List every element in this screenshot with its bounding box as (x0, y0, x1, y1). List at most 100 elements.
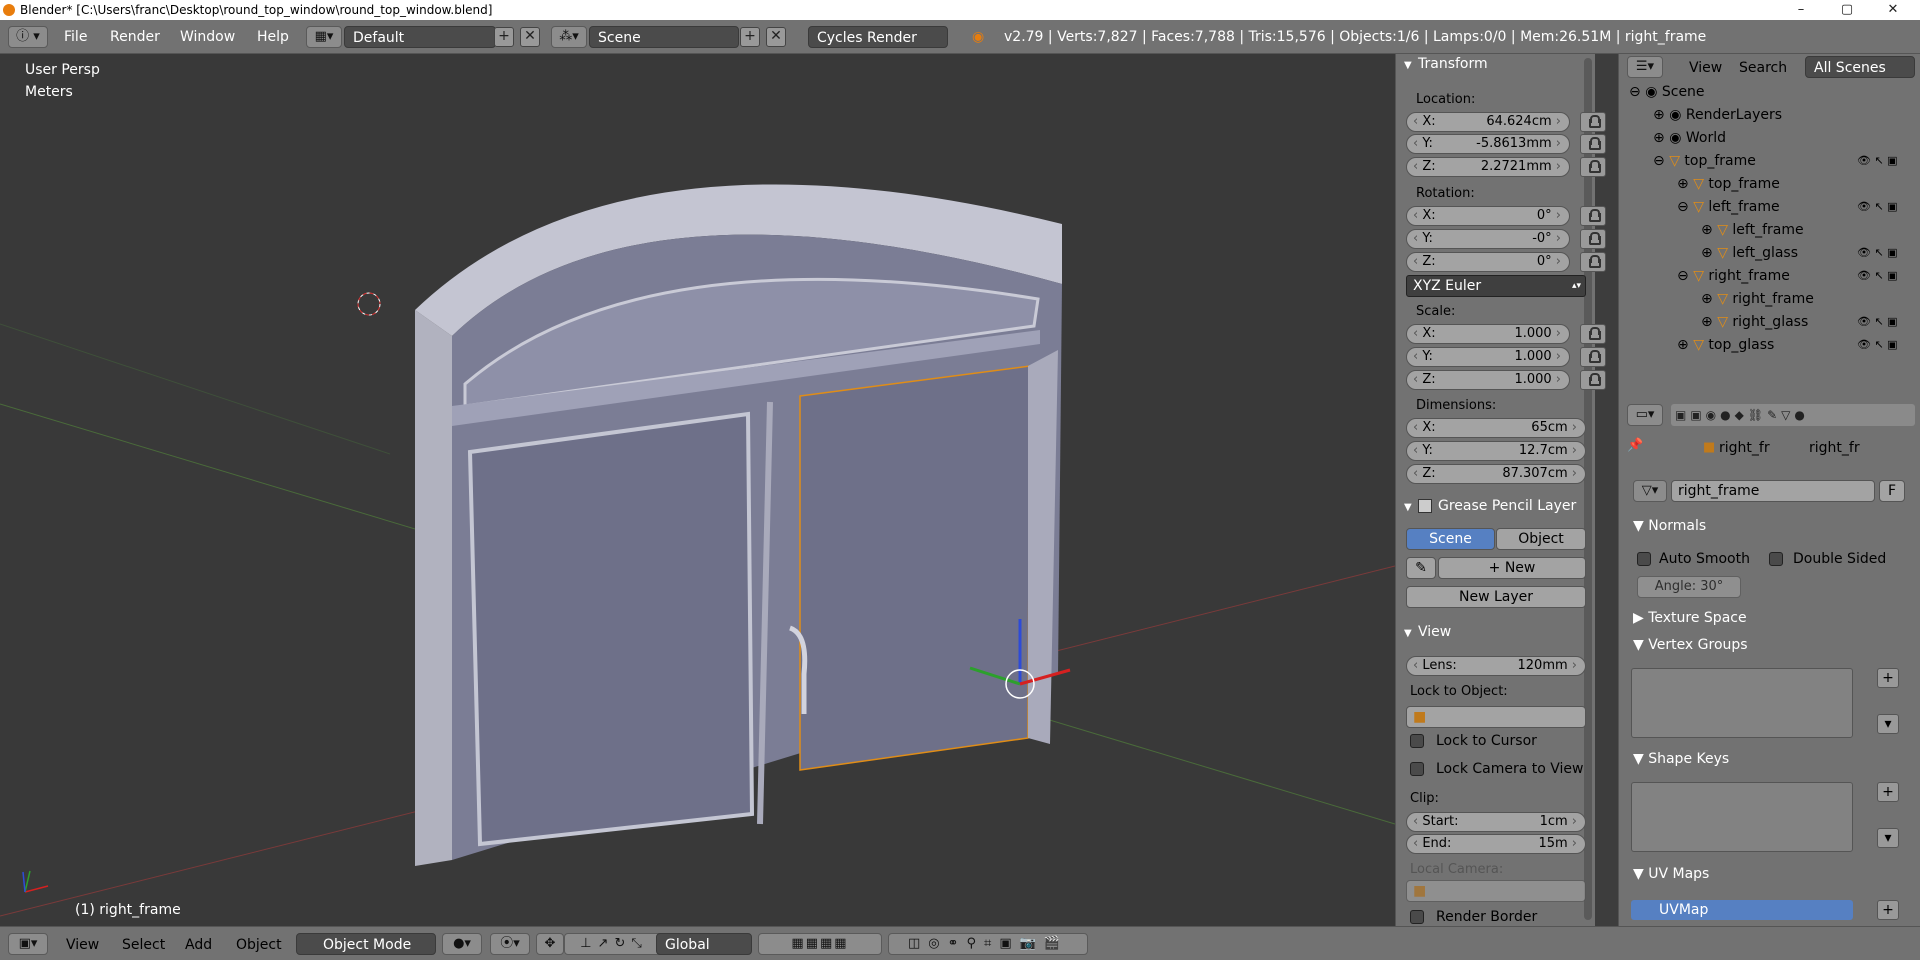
expand-icon[interactable]: ⊕ (1701, 291, 1717, 307)
menu-render[interactable]: Render (102, 26, 168, 48)
lock-icon[interactable] (1580, 324, 1606, 344)
manipulator-toggle-icon[interactable]: ✥ (536, 933, 564, 955)
close-button[interactable]: ✕ (1870, 0, 1916, 20)
pivot-point-icon[interactable]: ⦿▾ (490, 933, 530, 955)
double-sided-checkbox[interactable] (1769, 552, 1783, 566)
mesh-name-field[interactable]: right_frame (1671, 480, 1875, 502)
layers-grid-icon[interactable]: ▦▦▦▦ (758, 933, 882, 955)
location-x-field[interactable]: X:64.624cm (1406, 112, 1570, 132)
scale-z-field[interactable]: Z:1.000 (1406, 370, 1570, 390)
fake-user-button[interactable]: F (1879, 480, 1905, 502)
restrict-toggles-icon[interactable]: 👁 ↖ ▣ (1857, 197, 1898, 217)
lock-icon[interactable] (1580, 157, 1606, 177)
outliner-search-menu[interactable]: Search (1739, 57, 1787, 79)
view-panel-header[interactable]: ▼ View (1404, 622, 1584, 642)
outliner-row[interactable]: ⊕ ▽ top_glass (1677, 335, 1774, 355)
normals-panel-header[interactable]: ▼ Normals (1633, 516, 1903, 536)
outliner-item-label[interactable]: left_frame (1708, 199, 1779, 215)
scale-y-field[interactable]: Y:1.000 (1406, 347, 1570, 367)
add-vertex-group-button[interactable]: + (1877, 668, 1899, 688)
scene-icon[interactable]: ⁂▾ (551, 26, 587, 48)
expand-icon[interactable]: ⊖ (1629, 84, 1645, 100)
outliner-editor-icon[interactable]: ☰▾ (1627, 56, 1663, 78)
lock-icon[interactable] (1580, 347, 1606, 367)
restrict-toggles-icon[interactable]: 👁 ↖ ▣ (1857, 266, 1898, 286)
outliner-item-label[interactable]: left_glass (1732, 245, 1798, 261)
lock-camera-checkbox[interactable] (1410, 762, 1424, 776)
outliner-row[interactable]: ⊕ ◉ World (1653, 128, 1726, 148)
properties-editor-icon[interactable]: ▭▾ (1627, 404, 1663, 426)
local-camera-field[interactable]: ■ (1406, 880, 1586, 902)
lock-icon[interactable] (1580, 206, 1606, 226)
texture-space-panel-header[interactable]: ▶ Texture Space (1633, 608, 1903, 628)
outliner-row[interactable]: ⊕ ▽ right_glass (1701, 312, 1808, 332)
dimensions-x-field[interactable]: X:65cm (1406, 418, 1586, 438)
expand-icon[interactable]: ⊕ (1677, 337, 1693, 353)
scale-x-field[interactable]: X:1.000 (1406, 324, 1570, 344)
shape-key-menu-button[interactable]: ▾ (1877, 828, 1899, 848)
dimensions-z-field[interactable]: Z:87.307cm (1406, 464, 1586, 484)
outliner-row[interactable]: ⊖ ▽ top_frame (1653, 151, 1756, 171)
menu-add[interactable]: Add (185, 935, 212, 955)
lens-field[interactable]: Lens:120mm (1406, 656, 1586, 676)
properties-context-tabs[interactable]: ▣▣◉●◆⛓✎▽● (1671, 404, 1915, 426)
outliner-item-label[interactable]: left_frame (1732, 222, 1803, 238)
expand-icon[interactable]: ⊖ (1677, 199, 1693, 215)
location-z-field[interactable]: Z:2.2721mm (1406, 157, 1570, 177)
grease-pencil-panel-header[interactable]: ▼ Grease Pencil Layer (1404, 496, 1584, 516)
editor-type-info-button[interactable]: ⓘ ▾ (8, 26, 48, 48)
rotation-x-field[interactable]: X:0° (1406, 206, 1570, 226)
lock-icon[interactable] (1580, 370, 1606, 390)
outliner-row[interactable]: ⊕ ▽ right_frame (1701, 289, 1814, 309)
editor-type-3d-button[interactable]: ▣▾ (8, 933, 48, 955)
menu-select[interactable]: Select (122, 935, 165, 955)
transform-panel-header[interactable]: ▼ Transform (1404, 54, 1584, 74)
expand-icon[interactable]: ⊖ (1653, 153, 1669, 169)
add-uv-map-button[interactable]: + (1877, 900, 1899, 920)
manipulator-types-icon[interactable]: ⊥↗↻⤡ (564, 933, 664, 955)
delete-scene-button[interactable]: ✕ (766, 27, 786, 47)
menu-file[interactable]: File (56, 26, 95, 48)
lock-icon[interactable] (1580, 112, 1606, 132)
menu-view[interactable]: View (66, 935, 99, 955)
outliner-row[interactable]: ⊖ ▽ right_frame (1677, 266, 1790, 286)
restrict-toggles-icon[interactable]: 👁 ↖ ▣ (1857, 243, 1898, 263)
outliner-item-label[interactable]: right_frame (1732, 291, 1813, 307)
uv-maps-panel-header[interactable]: ▼ UV Maps (1633, 864, 1903, 884)
vertex-groups-list[interactable] (1631, 668, 1853, 738)
outliner-item-label[interactable]: World (1686, 130, 1726, 146)
expand-icon[interactable]: ⊕ (1701, 222, 1717, 238)
outliner-row[interactable]: ⊕ ▽ top_frame (1677, 174, 1780, 194)
expand-icon[interactable]: ⊕ (1701, 245, 1717, 261)
vertex-group-menu-button[interactable]: ▾ (1877, 714, 1899, 734)
grease-tab-scene[interactable]: Scene (1406, 528, 1495, 550)
menu-object[interactable]: Object (236, 935, 282, 955)
lock-object-field[interactable]: ■ (1406, 706, 1586, 728)
pencil-icon[interactable]: ✎ (1406, 557, 1436, 579)
scene-field[interactable]: Scene (589, 26, 739, 48)
breadcrumb-object[interactable]: right_fr (1719, 440, 1770, 456)
add-scene-button[interactable]: + (740, 27, 760, 47)
expand-icon[interactable]: ⊕ (1677, 176, 1693, 192)
screen-layout-icon[interactable]: ▦▾ (306, 26, 342, 48)
interaction-mode-select[interactable]: Object Mode (296, 933, 436, 955)
vertex-groups-panel-header[interactable]: ▼ Vertex Groups (1633, 635, 1903, 655)
rotation-y-field[interactable]: Y:-0° (1406, 229, 1570, 249)
outliner-row[interactable]: ⊕ ▽ left_frame (1701, 220, 1804, 240)
shape-keys-list[interactable] (1631, 782, 1853, 852)
outliner-item-label[interactable]: top_frame (1708, 176, 1779, 192)
breadcrumb-mesh[interactable]: right_fr (1809, 440, 1860, 456)
outliner-row[interactable]: ⊕ ◉ RenderLayers (1653, 105, 1782, 125)
outliner-item-label[interactable]: RenderLayers (1686, 107, 1782, 123)
uv-map-item[interactable]: UVMap (1631, 900, 1853, 920)
menu-window[interactable]: Window (172, 26, 243, 48)
clip-end-field[interactable]: End:15m (1406, 834, 1586, 854)
lock-icon[interactable] (1580, 229, 1606, 249)
add-shape-key-button[interactable]: + (1877, 782, 1899, 802)
grease-pencil-checkbox[interactable] (1418, 499, 1432, 513)
outliner-item-label[interactable]: top_frame (1684, 153, 1755, 169)
lock-to-cursor-checkbox[interactable] (1410, 734, 1424, 748)
outliner-item-label[interactable]: Scene (1662, 84, 1705, 100)
delete-layout-button[interactable]: ✕ (520, 27, 540, 47)
outliner-row[interactable]: ⊖ ◉ Scene (1629, 82, 1705, 102)
